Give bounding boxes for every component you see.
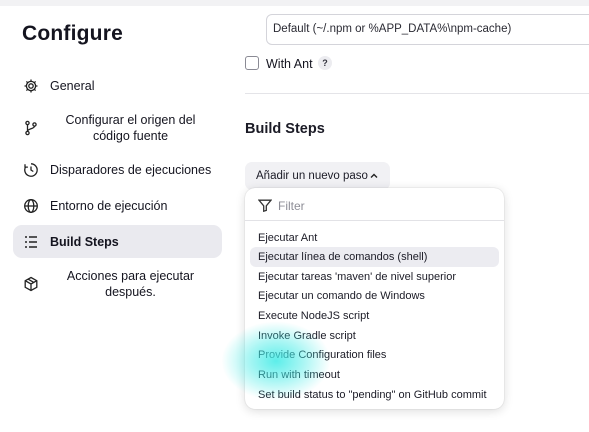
- branch-icon: [23, 120, 39, 136]
- sidebar-item-environment[interactable]: Entorno de ejecución: [13, 193, 222, 219]
- menu-item-gradle-script[interactable]: Invoke Gradle script: [250, 326, 499, 346]
- add-step-button[interactable]: Añadir un nuevo paso: [245, 162, 390, 190]
- package-icon: [23, 276, 39, 292]
- menu-item-run-shell[interactable]: Ejecutar línea de comandos (shell): [250, 247, 499, 267]
- menu-item-run-with-timeout[interactable]: Run with timeout: [250, 365, 499, 385]
- filter-icon: [257, 199, 273, 217]
- menu-item-run-windows-command[interactable]: Ejecutar un comando de Windows: [250, 286, 499, 306]
- menu-item-github-status[interactable]: Set build status to "pending" on GitHub …: [250, 385, 499, 405]
- chevron-up-icon: [369, 171, 379, 184]
- menu-item-run-ant[interactable]: Ejecutar Ant: [250, 228, 499, 248]
- add-step-menu: Filter Ejecutar Ant Ejecutar línea de co…: [245, 188, 504, 409]
- page-title: Configure: [22, 22, 123, 45]
- menu-item-run-maven[interactable]: Ejecutar tareas 'maven' de nivel superio…: [250, 267, 499, 287]
- gear-icon: [23, 78, 39, 94]
- sidebar-item-triggers[interactable]: Disparadores de ejecuciones: [13, 157, 222, 183]
- globe-icon: [23, 198, 39, 214]
- sidebar-item-label: Configurar el origen del código fuente: [65, 113, 196, 143]
- divider: [245, 93, 589, 94]
- sidebar-item-general[interactable]: General: [13, 73, 222, 99]
- list-icon: [23, 234, 39, 250]
- help-icon[interactable]: ?: [318, 56, 332, 70]
- with-ant-checkbox[interactable]: [245, 56, 259, 70]
- filter-input[interactable]: Filter: [245, 188, 504, 221]
- sidebar-item-source-code[interactable]: Configurar el origen del código fuente: [13, 110, 222, 146]
- with-ant-label: With Ant: [266, 57, 313, 71]
- npm-cache-field[interactable]: Default (~/.npm or %APP_DATA%\npm-cache): [266, 14, 589, 45]
- sidebar-item-label: Entorno de ejecución: [50, 199, 168, 213]
- menu-item-nodejs-script[interactable]: Execute NodeJS script: [250, 306, 499, 326]
- filter-placeholder: Filter: [278, 199, 305, 213]
- sidebar-item-post-build[interactable]: Acciones para ejecutar después.: [13, 266, 222, 302]
- sidebar-item-label: General: [50, 79, 95, 93]
- sidebar: Configure General Configurar el origen d…: [0, 0, 232, 432]
- sidebar-item-build-steps[interactable]: Build Steps: [13, 225, 222, 258]
- sidebar-item-label: Disparadores de ejecuciones: [50, 163, 212, 177]
- sidebar-item-label: Build Steps: [50, 234, 119, 249]
- section-title: Build Steps: [245, 121, 325, 137]
- sidebar-item-label: Acciones para ejecutar después.: [66, 269, 195, 299]
- add-step-label: Añadir un nuevo paso: [256, 170, 368, 182]
- clock-icon: [23, 162, 39, 178]
- menu-item-config-files[interactable]: Provide Configuration files: [250, 345, 499, 365]
